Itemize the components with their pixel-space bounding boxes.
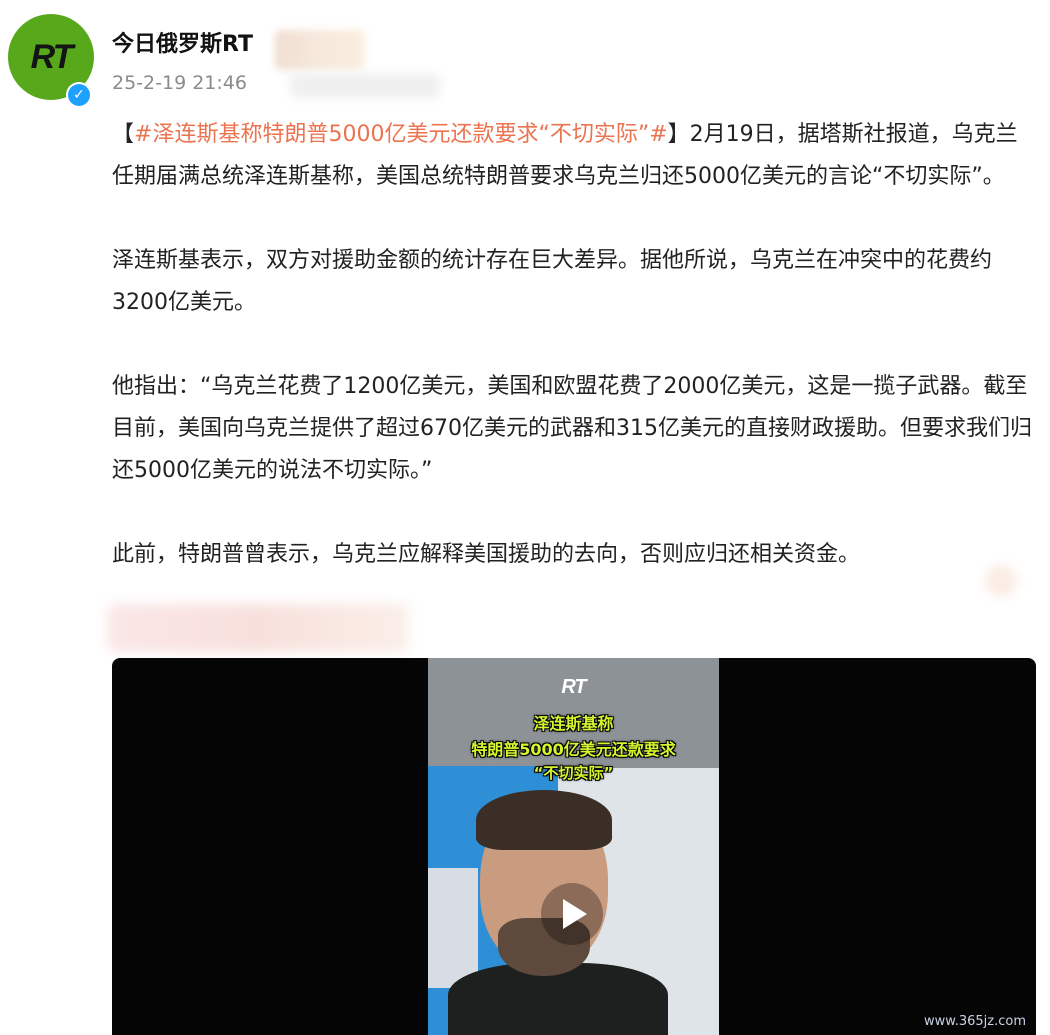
bracket-open: 【 [112, 122, 135, 147]
paragraph-2: 泽连斯基表示，双方对援助金额的统计存在巨大差异。据他所说，乌克兰在冲突中的花费约… [112, 248, 993, 315]
paragraph-3: 他指出：“乌克兰花费了1200亿美元，美国和欧盟花费了2000亿美元，这是一揽子… [112, 374, 1032, 483]
video-caption-line2: 特朗普5000亿美元还款要求 [471, 740, 676, 759]
video-rt-logo: RT [561, 676, 586, 698]
post-timestamp: 25-2-19 21:46 [112, 72, 247, 94]
redacted-area [290, 74, 440, 98]
paragraph-4: 此前，特朗普曾表示，乌克兰应解释美国援助的去向，否则应归还相关资金。 [112, 542, 861, 567]
video-caption-line1: 泽连斯基称 [533, 714, 614, 733]
person-hair [476, 790, 612, 850]
post-body: 【#泽连斯基称特朗普5000亿美元还款要求“不切实际”#】2月19日，据塔斯社报… [112, 114, 1032, 576]
play-button[interactable] [541, 883, 603, 945]
play-icon [563, 899, 587, 929]
video-thumbnail: RT 泽连斯基称 特朗普5000亿美元还款要求 “不切实际” [428, 658, 719, 1035]
watermark: www.365jz.com [924, 1014, 1026, 1029]
author-name[interactable]: 今日俄罗斯RT [112, 26, 253, 58]
redacted-area [985, 565, 1017, 597]
video-caption-line3: “不切实际” [533, 764, 614, 782]
redacted-area [275, 30, 365, 70]
rt-logo: RT [30, 37, 74, 76]
verified-check-icon: ✓ [68, 84, 90, 106]
verified-badge: ✓ [66, 82, 92, 108]
hashtag-link[interactable]: #泽连斯基称特朗普5000亿美元还款要求“不切实际”# [134, 122, 668, 147]
redacted-area [108, 604, 408, 652]
paragraph-1: 【#泽连斯基称特朗普5000亿美元还款要求“不切实际”#】2月19日，据塔斯社报… [112, 114, 1032, 198]
video-player[interactable]: RT 泽连斯基称 特朗普5000亿美元还款要求 “不切实际” www.365jz… [112, 658, 1036, 1035]
